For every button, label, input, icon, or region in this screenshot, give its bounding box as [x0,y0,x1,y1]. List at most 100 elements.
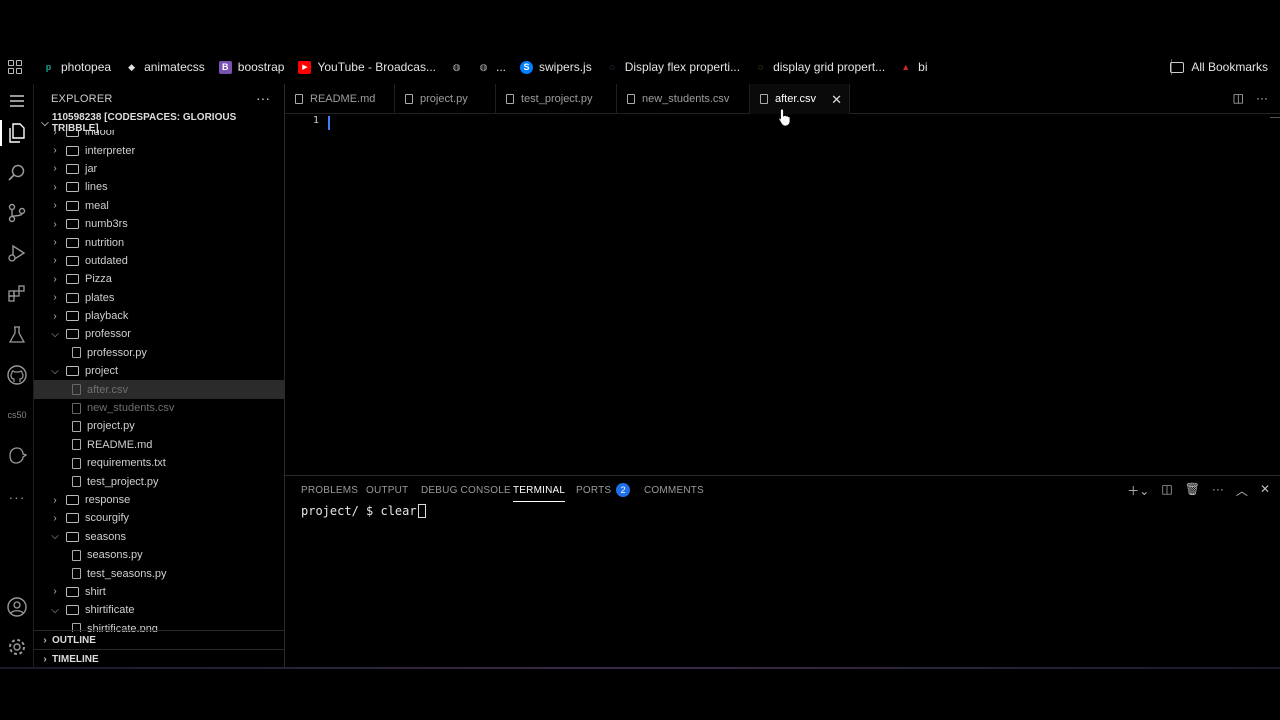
bookmark-item[interactable]: ▲ bi [899,60,927,74]
tree-folder[interactable]: › playback [34,307,284,325]
apps-grid-icon[interactable] [8,60,22,74]
tab-after-csv[interactable]: after.csv ✕ [750,84,850,114]
menu-icon[interactable] [0,84,34,118]
extensions-icon[interactable] [0,276,34,310]
tab-comments[interactable]: COMMENTS [644,485,704,496]
more-icon[interactable]: ··· [0,480,34,514]
tree-file[interactable]: requirements.txt [34,454,284,472]
file-icon [506,94,514,104]
tree-folder[interactable]: › indoor [34,130,284,141]
explorer-icon[interactable] [0,116,34,150]
more-actions-icon[interactable]: ··· [1256,91,1268,105]
tree-file[interactable]: seasons.py [34,546,284,564]
tree-folder[interactable]: › response [34,491,284,509]
tab-output[interactable]: OUTPUT [366,485,408,496]
chevron-down-icon: ⌵ [51,365,59,377]
tab-test-project-py[interactable]: test_project.py [496,84,617,114]
source-control-icon[interactable] [0,196,34,230]
ports-label: PORTS [576,485,612,496]
tree-folder[interactable]: › lines [34,178,284,196]
tree-file[interactable]: after.csv [34,380,284,399]
tree-folder[interactable]: ⌵ shirtificate [34,601,284,619]
tree-file[interactable]: professor.py [34,344,284,362]
tree-folder[interactable]: ⌵ professor [34,325,284,343]
folder-icon [66,495,79,505]
outline-label: OUTLINE [52,634,96,646]
testing-flask-icon[interactable] [0,318,34,352]
tree-folder[interactable]: ⌵ project [34,362,284,380]
code-editor[interactable]: 1 [285,114,1280,475]
tree-item-label: project.py [87,420,135,433]
tab-new-students-csv[interactable]: new_students.csv [617,84,750,114]
tree-folder[interactable]: › outdated [34,252,284,270]
bookmark-item[interactable]: Sswipers.js [520,60,592,74]
github-icon[interactable] [0,358,34,392]
file-icon [72,457,81,469]
tree-item-label: playback [85,310,129,323]
tab-ports[interactable]: PORTS 2 [576,483,631,497]
tree-folder[interactable]: › plates [34,289,284,307]
bookmark-item[interactable]: ◍ [450,61,469,74]
tree-item-label: requirements.txt [87,457,166,470]
tab-debug-console[interactable]: DEBUG CONSOLE [421,485,511,496]
chevron-down-icon: ⌵ [41,117,49,129]
tab-project-py[interactable]: project.py [395,84,496,114]
tree-file[interactable]: test_seasons.py [34,564,284,582]
tree-file[interactable]: test_project.py [34,472,284,490]
tree-file[interactable]: new_students.csv [34,399,284,417]
tree-folder[interactable]: ⌵ seasons [34,528,284,546]
tree-file[interactable]: README.md [34,436,284,454]
split-editor-icon[interactable]: ◫ [1233,91,1244,105]
tree-file[interactable]: project.py [34,417,284,435]
maximize-panel-icon[interactable]: ︿ [1236,482,1248,499]
run-debug-icon[interactable] [0,236,34,270]
terminal-output[interactable]: project/ $ clear [301,504,426,518]
bookmark-label: Display flex properti... [624,60,741,74]
settings-gear-icon[interactable] [0,630,34,664]
cs50-label: cs50 [7,410,27,420]
trash-icon[interactable]: 🗑 [1185,482,1200,499]
bookmark-item[interactable]: ◆ animatecss [125,60,205,74]
tree-folder[interactable]: › interpreter [34,141,284,159]
terminal-cursor [417,504,426,518]
hand-pointer-icon [778,108,792,131]
tree-folder[interactable]: › jar [34,160,284,178]
tab-label: README.md [310,93,376,105]
explorer-title: EXPLORER [51,93,113,105]
bookmark-item[interactable]: ◍... [477,60,506,74]
bookmark-item[interactable]: ◌ display grid propert... [754,60,885,74]
tree-folder[interactable]: › numb3rs [34,215,284,233]
tree-item-label: test_seasons.py [87,567,167,580]
chevron-right-icon: › [53,292,57,304]
bookmark-item[interactable]: Bboostrap [218,60,284,74]
tab-terminal[interactable]: TERMINAL [513,485,566,502]
bookmark-item[interactable]: ▶ YouTube - Broadcas... [298,60,436,74]
tree-folder[interactable]: › Pizza [34,270,284,288]
tree-item-label: test_project.py [87,475,159,488]
tree-item-label: indoor [85,130,116,139]
tree-item-label: shirtificate [85,604,135,617]
search-icon[interactable] [0,156,34,190]
new-terminal-icon[interactable]: ＋⌄ [1127,482,1149,499]
panel-actions: ＋⌄ ◫ 🗑 ··· ︿ ✕ [1127,482,1270,499]
tab-problems[interactable]: PROBLEMS [301,485,358,496]
bookmark-item[interactable]: p photopea [42,60,111,74]
cs50-icon[interactable]: cs50 [0,398,34,432]
split-terminal-icon[interactable]: ◫ [1161,482,1172,499]
close-panel-icon[interactable]: ✕ [1260,482,1270,499]
close-icon[interactable]: ✕ [831,92,842,108]
tab-readme[interactable]: README.md [285,84,395,114]
tree-folder[interactable]: › scourgify [34,509,284,527]
tree-folder[interactable]: › nutrition [34,233,284,251]
outline-section[interactable]: › OUTLINE [34,630,284,649]
all-bookmarks-button[interactable]: All Bookmarks [1170,50,1268,84]
explorer-more-icon[interactable]: ··· [256,90,270,106]
duck-icon[interactable] [0,438,34,472]
tree-folder[interactable]: › meal [34,197,284,215]
line-number: 1 [313,115,320,126]
timeline-section[interactable]: › TIMELINE [34,649,284,668]
tree-folder[interactable]: › shirt [34,583,284,601]
account-icon[interactable] [0,590,34,624]
bookmark-item[interactable]: ◌ Display flex properti... [606,60,741,74]
more-icon[interactable]: ··· [1212,482,1224,499]
